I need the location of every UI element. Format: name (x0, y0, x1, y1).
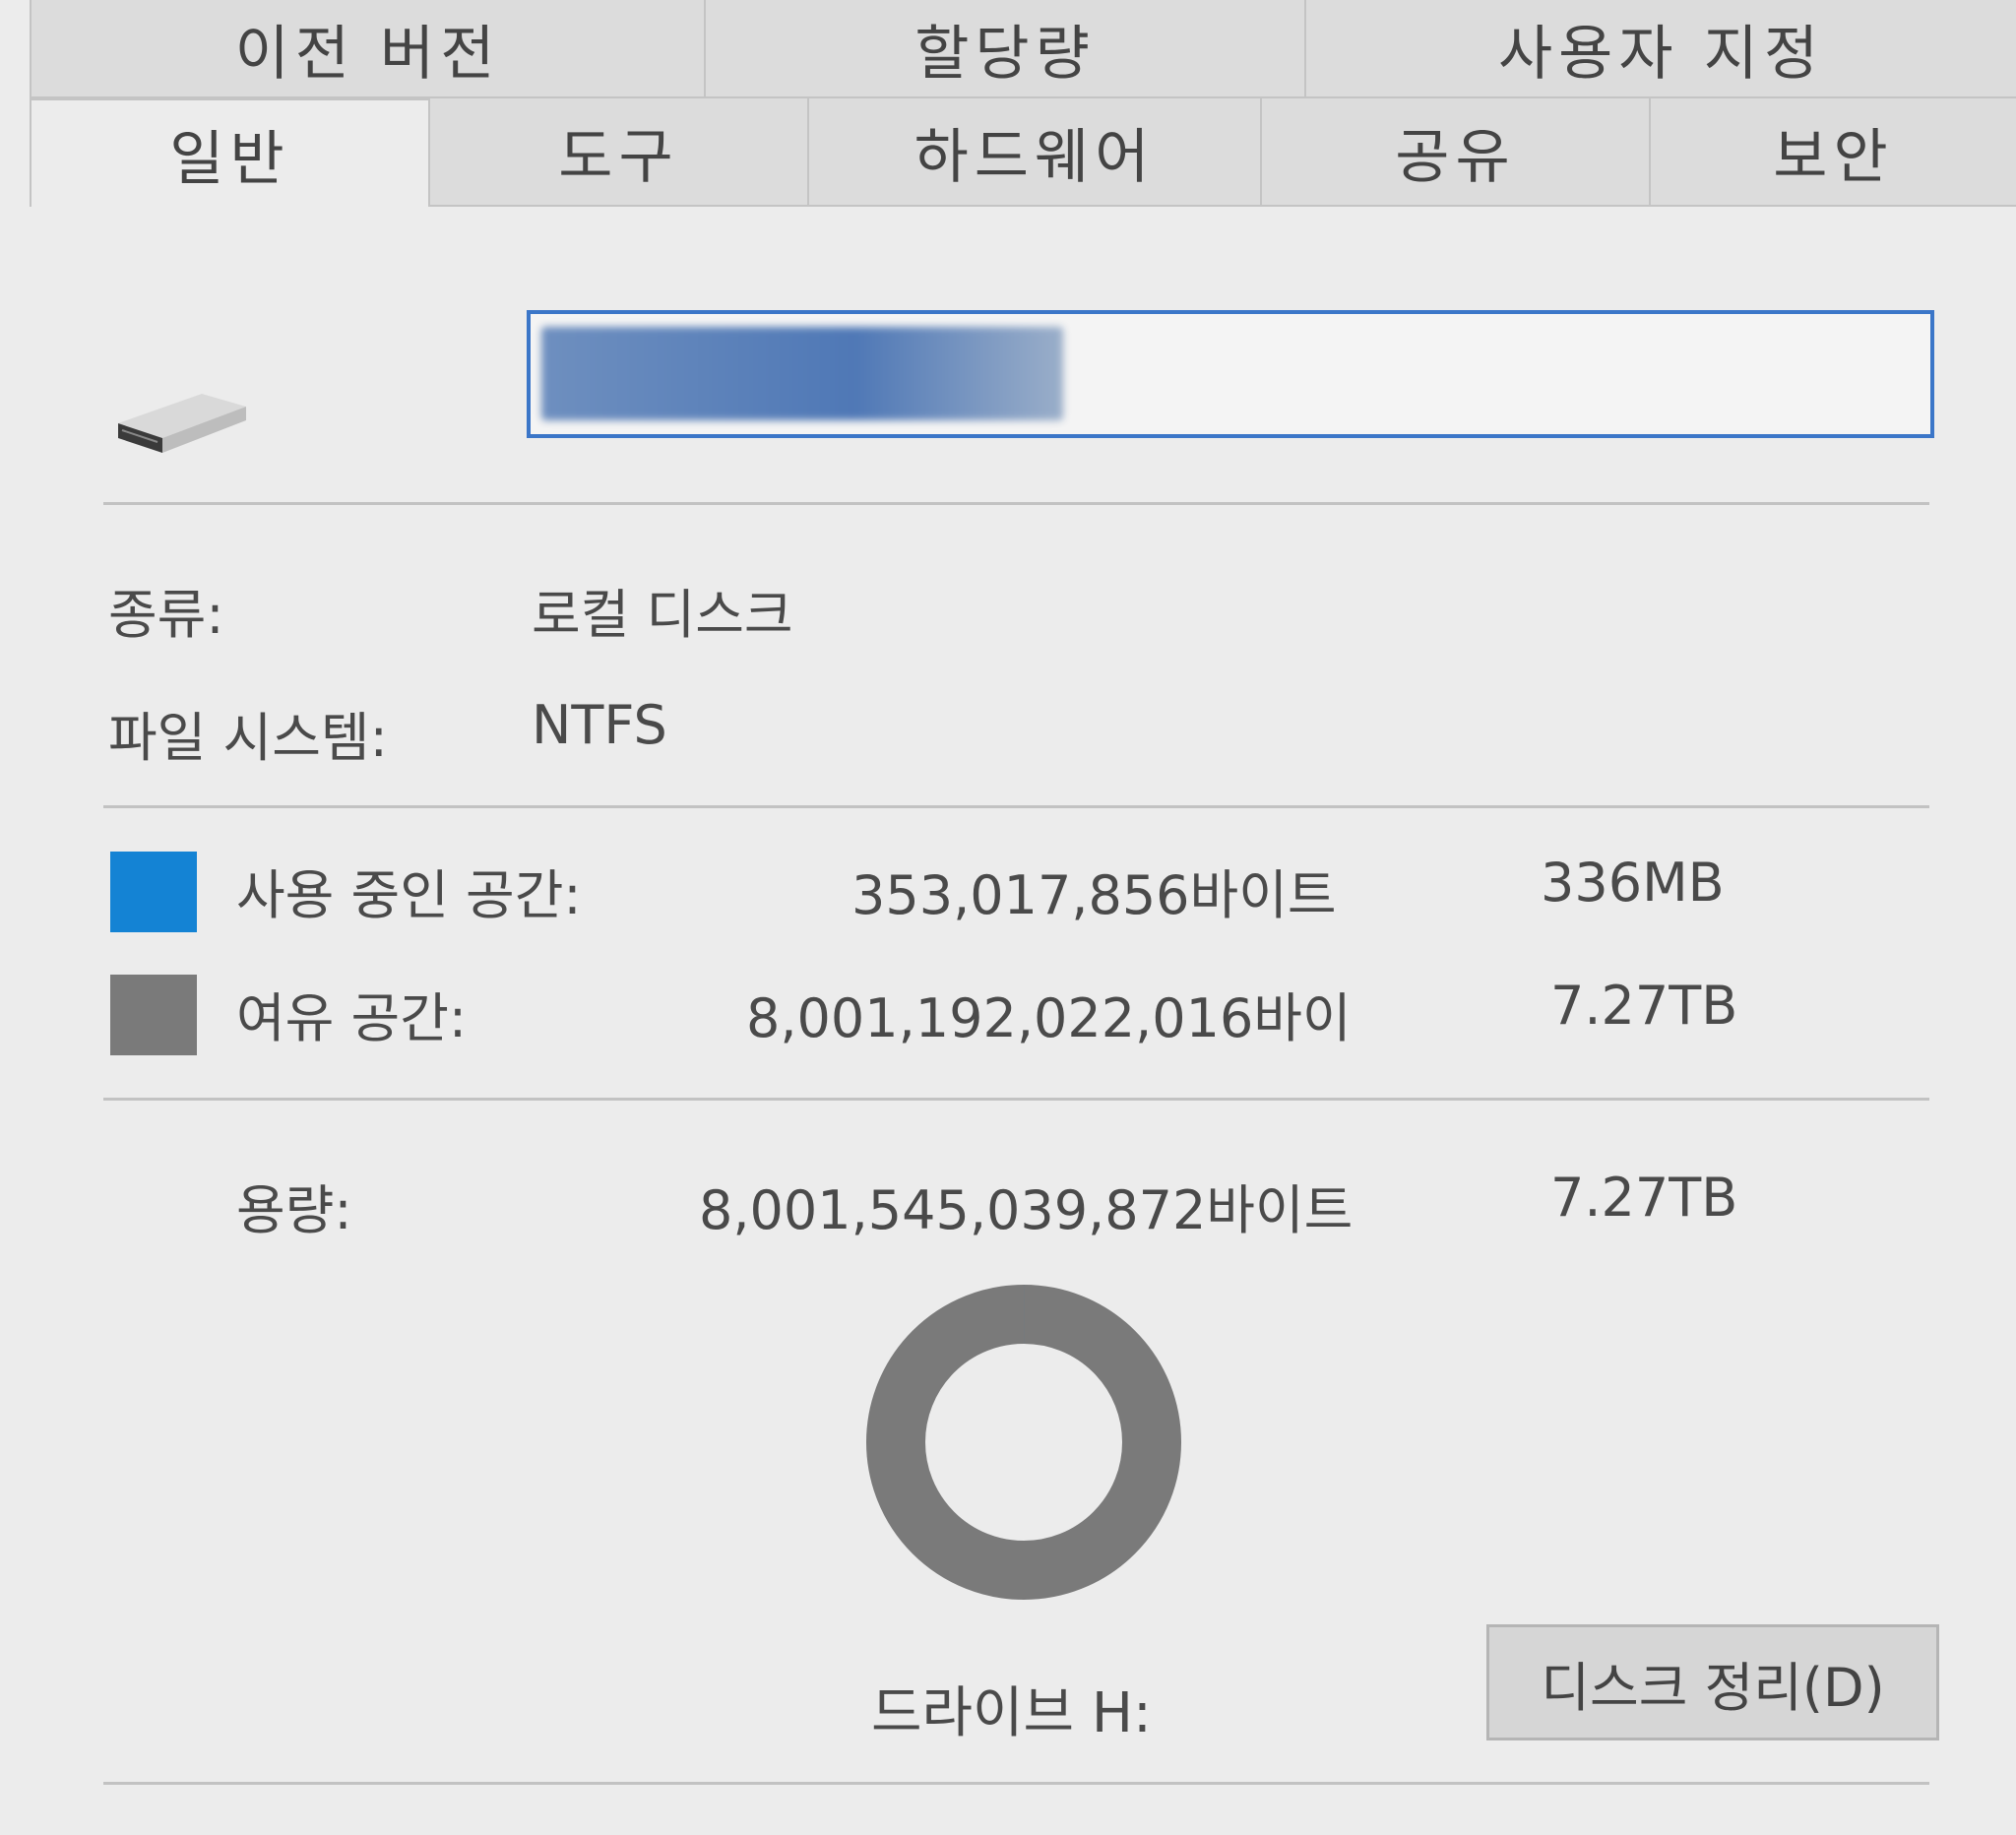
divider-2 (103, 805, 1929, 808)
properties-window: 이전 버전 할당량 사용자 지정 일반 도구 하드웨어 공유 보안 종류: 로컬… (0, 0, 2016, 1835)
used-space-label: 사용 중인 공간: (236, 864, 582, 926)
tab-customize[interactable]: 사용자 지정 (1304, 0, 2016, 98)
capacity-bytes: 8,001,545,039,872바이트 (699, 1179, 1354, 1241)
tab-general[interactable]: 일반 (30, 98, 428, 207)
tab-row-top: 이전 버전 할당량 사용자 지정 (30, 0, 2016, 98)
free-space-size: 7.27TB (1550, 975, 1738, 1037)
capacity-label: 용량: (236, 1179, 352, 1241)
used-space-bytes: 353,017,856바이트 (851, 864, 1337, 926)
general-tab-panel: 종류: 로컬 디스크 파일 시스템: NTFS 사용 중인 공간: 353,01… (30, 207, 2016, 1835)
free-space-label: 여유 공간: (236, 987, 468, 1049)
tab-hardware[interactable]: 하드웨어 (807, 98, 1260, 207)
used-space-size: 336MB (1541, 852, 1725, 914)
redacted-drive-name (541, 327, 1063, 420)
type-label: 종류: (108, 584, 224, 646)
disk-cleanup-button[interactable]: 디스크 정리(D) (1486, 1624, 1939, 1740)
divider-1 (103, 502, 1929, 505)
free-space-bytes: 8,001,192,022,016바이 (746, 987, 1352, 1049)
file-system-value: NTFS (532, 694, 667, 756)
free-space-ring (866, 1285, 1181, 1600)
drive-letter-label: 드라이브 H: (871, 1681, 1152, 1745)
tab-security[interactable]: 보안 (1649, 98, 2016, 207)
drive-icon (118, 394, 246, 453)
free-space-swatch (110, 975, 197, 1055)
type-value: 로컬 디스크 (532, 584, 793, 646)
usage-donut-chart (866, 1285, 1181, 1600)
file-system-label: 파일 시스템: (108, 707, 388, 769)
capacity-size: 7.27TB (1550, 1167, 1738, 1229)
tab-tools[interactable]: 도구 (428, 98, 807, 207)
tab-previous-versions[interactable]: 이전 버전 (30, 0, 704, 98)
tab-quota[interactable]: 할당량 (704, 0, 1304, 98)
tab-row-bottom: 일반 도구 하드웨어 공유 보안 (30, 98, 2016, 207)
used-space-swatch (110, 852, 197, 932)
tab-sharing[interactable]: 공유 (1260, 98, 1649, 207)
divider-4 (103, 1782, 1929, 1785)
divider-3 (103, 1098, 1929, 1101)
